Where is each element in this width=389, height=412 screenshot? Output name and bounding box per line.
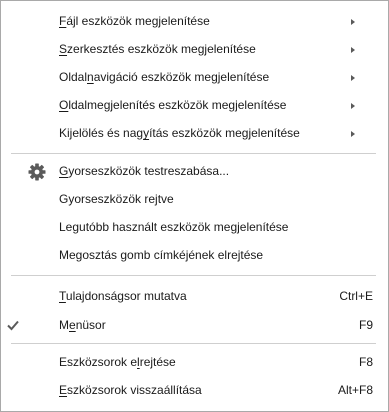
checkmark-icon [7, 320, 19, 331]
menu-item-show-recent-tools[interactable]: Legutóbb használt eszközök megjelenítése [1, 216, 388, 239]
menu-item-hide-share-label[interactable]: Megosztás gomb címkéjének elrejtése [1, 244, 388, 267]
menu-item-hide-toolbars[interactable]: Eszközsorok elrejtése F8 [1, 351, 388, 374]
menu-item-label: Fájl eszközök megjelenítése [59, 14, 210, 28]
shortcut-label: Alt+F8 [337, 383, 373, 397]
menu-item-label: Eszközsorok visszaállítása [59, 383, 202, 397]
menu-item-label: Legutóbb használt eszközök megjelenítése [59, 220, 289, 234]
shortcut-label: Ctrl+E [339, 289, 373, 303]
menu-item-label: Eszközsorok elrejtése [59, 355, 176, 369]
menu-item-label: Szerkesztés eszközök megjelenítése [59, 42, 256, 56]
menu-item-reset-toolbars[interactable]: Eszközsorok visszaállítása Alt+F8 [1, 379, 388, 402]
chevron-right-icon [351, 19, 355, 25]
menu-item-select-zoom-tools[interactable]: Kijelölés és nagyítás eszközök megjelení… [1, 122, 388, 145]
gear-icon [27, 162, 47, 182]
shortcut-label: F8 [358, 355, 373, 369]
menu-separator [11, 343, 376, 344]
menu-item-label: Megosztás gomb címkéjének elrejtése [59, 248, 264, 262]
chevron-right-icon [351, 75, 355, 81]
menu-item-label: Oldalmegjelenítés eszközök megjelenítése [59, 98, 287, 112]
chevron-right-icon [351, 131, 355, 137]
menu-item-label: Tulajdonságsor mutatva [59, 289, 187, 303]
chevron-right-icon [351, 47, 355, 53]
chevron-right-icon [351, 103, 355, 109]
menu-item-customize-quick-tools[interactable]: Gyorseszközök testreszabása... [1, 160, 388, 183]
menu-item-properties-bar[interactable]: Tulajdonságsor mutatva Ctrl+E [1, 285, 388, 308]
menu-item-label: Kijelölés és nagyítás eszközök megjelení… [59, 126, 300, 140]
menu-item-label: Gyorseszközök testreszabása... [59, 164, 230, 178]
menu-item-page-navigation-tools[interactable]: Oldalnavigáció eszközök megjelenítése [1, 66, 388, 89]
menu-item-quick-tools-hidden[interactable]: Gyorseszközök rejtve [1, 188, 388, 211]
menu-item-page-display-tools[interactable]: Oldalmegjelenítés eszközök megjelenítése [1, 94, 388, 117]
shortcut-label: F9 [358, 318, 373, 332]
menu-item-label: Gyorseszközök rejtve [59, 192, 174, 206]
menu-item-label: Oldalnavigáció eszközök megjelenítése [59, 70, 270, 84]
menu-item-edit-tools[interactable]: Szerkesztés eszközök megjelenítése [1, 38, 388, 61]
menu-item-file-tools[interactable]: Fájl eszközök megjelenítése [1, 10, 388, 33]
context-menu: Fájl eszközök megjelenítése Szerkesztés … [0, 0, 389, 412]
menu-item-label: Menüsor [59, 318, 106, 332]
menu-separator [11, 275, 376, 276]
menu-item-menubar[interactable]: Menüsor F9 [1, 314, 388, 337]
menu-separator [11, 153, 376, 154]
